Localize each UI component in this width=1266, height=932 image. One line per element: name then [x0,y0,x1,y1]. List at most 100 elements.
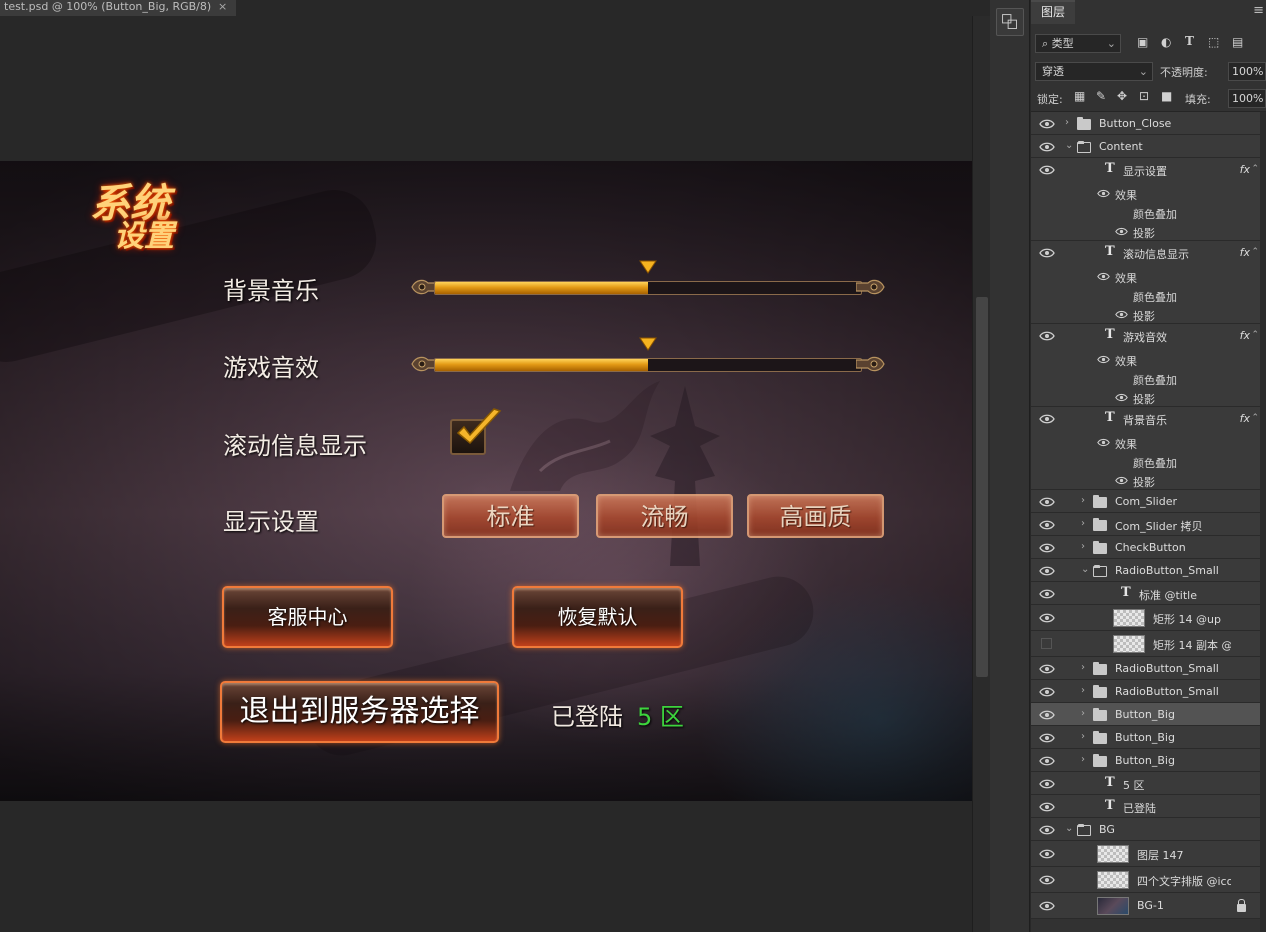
layer-row[interactable]: T 游戏音效 fx ⌃ 效果 颜色叠加 投影 [1031,324,1260,407]
slider-thumb-icon[interactable] [639,260,657,274]
layer-row[interactable]: BG-1 [1031,893,1260,919]
game-sfx-slider[interactable] [410,337,886,376]
scroll-info-checkbox[interactable] [450,408,502,455]
fx-badge[interactable]: fx [1240,246,1250,259]
lock-transparent-icon[interactable]: ▦ [1074,89,1085,103]
layer-row[interactable]: ⌄ BG [1031,818,1260,841]
chevron-down-icon[interactable]: ⌄ [1065,140,1073,151]
document-tab[interactable]: test.psd @ 100% (Button_Big, RGB/8) × [0,0,236,16]
layer-row[interactable]: › Button_Big [1031,703,1260,726]
layer-row[interactable]: ⌄ RadioButton_Small [1031,559,1260,582]
effect-eye-icon[interactable] [1115,227,1128,236]
layer-row[interactable]: T 5 区 [1031,772,1260,795]
filter-kind-select[interactable]: ⌕ 类型 ⌄ [1035,34,1121,53]
layer-row[interactable]: T 已登陆 [1031,795,1260,818]
effect-eye-icon[interactable] [1115,393,1128,402]
chevron-right-icon[interactable]: › [1081,731,1085,742]
eye-visibility-icon[interactable] [1039,520,1055,530]
eye-visibility-icon[interactable] [1039,875,1055,885]
eye-visibility-icon[interactable] [1039,414,1055,424]
layer-row[interactable]: ⌄ Content [1031,135,1260,158]
layer-row[interactable]: 矩形 14 @up [1031,605,1260,631]
effect-eye-icon[interactable] [1115,476,1128,485]
effect-eye-icon[interactable] [1097,272,1110,281]
canvas-vertical-scrollbar[interactable] [972,16,990,932]
fill-input[interactable]: 100% [1228,89,1266,108]
fx-badge[interactable]: fx [1240,163,1250,176]
layer-row[interactable]: › RadioButton_Small [1031,657,1260,680]
exit-to-server-button[interactable]: 退出到服务器选择 [220,681,499,743]
layer-row[interactable]: 图层 147 [1031,841,1260,867]
chevron-down-icon[interactable]: ⌄ [1081,564,1089,575]
eye-visibility-icon[interactable] [1039,849,1055,859]
eye-visibility-icon[interactable] [1039,664,1055,674]
chevron-up-icon[interactable]: ⌃ [1251,164,1259,174]
chevron-up-icon[interactable]: ⌃ [1251,247,1259,257]
layer-row[interactable]: 四个文字排版 @icon [1031,867,1260,893]
eye-visibility-icon[interactable] [1039,543,1055,553]
eye-visibility-icon[interactable] [1039,497,1055,507]
layer-list-scrollbar[interactable] [1260,112,1266,932]
eye-visibility-icon[interactable] [1039,733,1055,743]
eye-visibility-icon[interactable] [1039,825,1055,835]
chevron-right-icon[interactable]: › [1081,518,1085,529]
chevron-down-icon[interactable]: ⌄ [1065,823,1073,834]
chevron-right-icon[interactable]: › [1081,685,1085,696]
lock-paint-icon[interactable]: ✎ [1096,89,1106,103]
layer-row[interactable]: T 标准 @title [1031,582,1260,605]
fx-badge[interactable]: fx [1240,329,1250,342]
eye-visibility-icon[interactable] [1039,687,1055,697]
lock-all-icon[interactable]: ■ [1161,89,1172,103]
lock-position-icon[interactable]: ✥ [1117,89,1127,103]
layer-row[interactable]: 矩形 14 副本 @do... [1031,631,1260,657]
eye-visibility-icon[interactable] [1039,566,1055,576]
chevron-right-icon[interactable]: › [1081,495,1085,506]
layer-row[interactable]: › Com_Slider 拷贝 [1031,513,1260,536]
eye-visibility-icon[interactable] [1039,589,1055,599]
layer-row[interactable]: › CheckButton [1031,536,1260,559]
scrollbar-thumb[interactable] [976,297,988,677]
chevron-right-icon[interactable]: › [1081,754,1085,765]
fx-badge[interactable]: fx [1240,412,1250,425]
type-filter-icon[interactable]: T [1185,34,1194,48]
customer-service-button[interactable]: 客服中心 [222,586,393,648]
layer-row[interactable]: T 背景音乐 fx ⌃ 效果 颜色叠加 投影 [1031,407,1260,490]
effect-eye-icon[interactable] [1115,310,1128,319]
display-option-smooth[interactable]: 流畅 [596,494,733,538]
blend-mode-select[interactable]: 穿透 ⌄ [1035,62,1153,81]
opacity-input[interactable]: 100% [1228,62,1266,81]
effect-eye-icon[interactable] [1097,438,1110,447]
panel-menu-icon[interactable]: ≡ [1253,3,1264,18]
layer-row[interactable]: › Button_Close [1031,112,1260,135]
layer-row[interactable]: › Com_Slider [1031,490,1260,513]
effect-eye-icon[interactable] [1097,189,1110,198]
eye-visibility-icon[interactable] [1039,165,1055,175]
display-option-standard[interactable]: 标准 [442,494,579,538]
layer-row[interactable]: › Button_Big [1031,749,1260,772]
chevron-right-icon[interactable]: › [1081,708,1085,719]
visibility-toggle[interactable] [1041,638,1052,649]
lock-artboard-icon[interactable]: ⊡ [1139,89,1149,103]
smart-object-filter-icon[interactable]: ▤ [1232,35,1243,49]
layer-row[interactable]: › RadioButton_Small [1031,680,1260,703]
restore-default-button[interactable]: 恢复默认 [512,586,683,648]
eye-visibility-icon[interactable] [1039,779,1055,789]
eye-visibility-icon[interactable] [1039,248,1055,258]
close-icon[interactable]: × [218,0,227,14]
eye-visibility-icon[interactable] [1039,613,1055,623]
shape-filter-icon[interactable]: ⬚ [1208,35,1219,49]
chevron-right-icon[interactable]: › [1081,662,1085,673]
bg-music-slider[interactable] [410,260,886,299]
chevron-up-icon[interactable]: ⌃ [1251,330,1259,340]
chevron-right-icon[interactable]: › [1081,541,1085,552]
adjustment-filter-icon[interactable]: ◐ [1161,35,1171,49]
layer-row[interactable]: › Button_Big [1031,726,1260,749]
layers-panel-toggle-icon[interactable] [996,8,1024,36]
effect-eye-icon[interactable] [1097,355,1110,364]
eye-visibility-icon[interactable] [1039,802,1055,812]
chevron-right-icon[interactable]: › [1065,117,1069,128]
chevron-up-icon[interactable]: ⌃ [1251,413,1259,423]
image-filter-icon[interactable]: ▣ [1137,35,1148,49]
eye-visibility-icon[interactable] [1039,710,1055,720]
eye-visibility-icon[interactable] [1039,756,1055,766]
